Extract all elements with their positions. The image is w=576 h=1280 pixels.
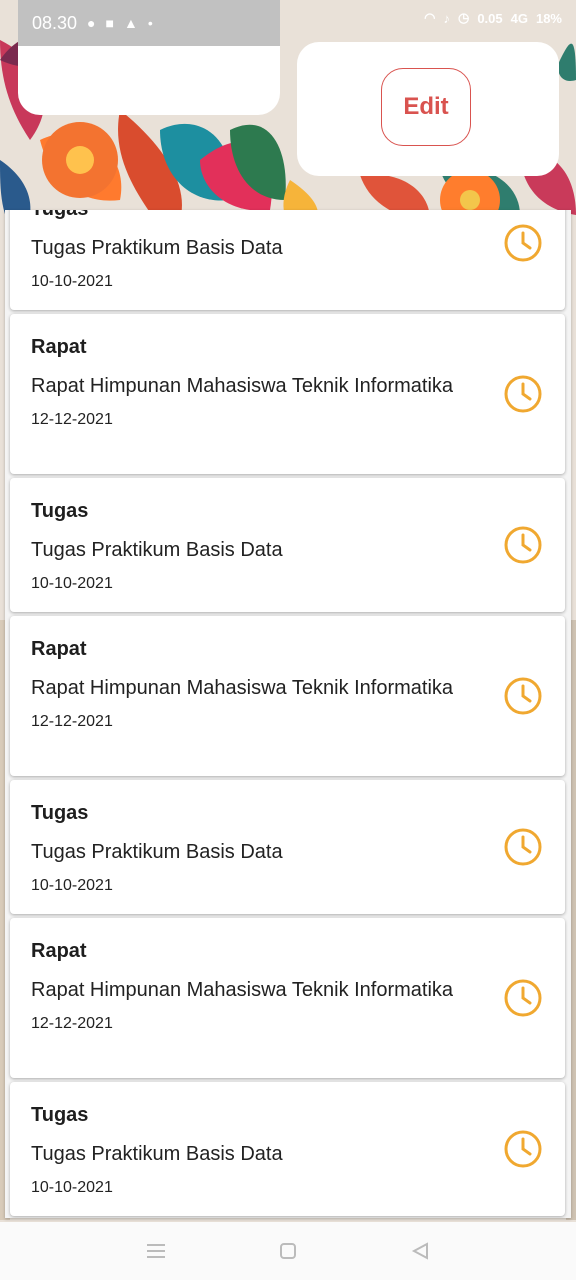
- edit-button[interactable]: Edit: [381, 68, 471, 146]
- schedule-list: Tugas Tugas Praktikum Basis Data 10-10-202…: [10, 210, 565, 1218]
- alarm-icon: ◷: [457, 10, 470, 25]
- schedule-card[interactable]: Rapat Rapat Himpunan Mahasiswa Teknik Inf…: [10, 918, 565, 1078]
- clock-icon[interactable]: [503, 827, 543, 867]
- clock-icon[interactable]: [503, 374, 543, 414]
- schedule-card[interactable]: Rapat Rapat Himpunan Mahasiswa Teknik Inf…: [10, 314, 565, 474]
- card-category: Rapat: [31, 638, 87, 660]
- menu-icon[interactable]: [144, 1239, 168, 1263]
- schedule-card[interactable]: Tugas Tugas Praktikum Basis Data 10-10-202…: [10, 478, 565, 612]
- battery-label: 18%: [535, 10, 562, 26]
- signal-label: 4G: [510, 10, 528, 26]
- clock-icon[interactable]: [503, 525, 543, 565]
- status-right: ◠ ♪ ◷ 0.05 4G 18%: [424, 10, 562, 26]
- card-date: 10-10-2021: [31, 1179, 113, 1196]
- card-category: Tugas: [31, 1104, 89, 1126]
- schedule-list-panel[interactable]: Tugas Tugas Praktikum Basis Data 10-10-202…: [5, 210, 571, 1218]
- card-title: Rapat Himpunan Mahasiswa Teknik Informat…: [31, 979, 454, 1001]
- dot-icon: •: [147, 15, 153, 31]
- card-category: Rapat: [31, 336, 87, 358]
- card-date: 12-12-2021: [31, 1015, 113, 1032]
- clock-icon[interactable]: [503, 223, 543, 263]
- card-category: Tugas: [31, 210, 485, 221]
- spotify-icon: ●: [87, 15, 96, 31]
- app-icon: ■: [105, 15, 114, 31]
- headphone-icon: ◠: [424, 10, 436, 25]
- card-date: 10-10-2021: [31, 575, 113, 592]
- schedule-card[interactable]: Tugas Tugas Praktikum Basis Data 10-10-202…: [10, 210, 565, 310]
- status-bar: 08.30 ● ■ ▲ •: [18, 0, 280, 46]
- card-category: Tugas: [31, 500, 89, 522]
- card-title: Tugas Praktikum Basis Data: [31, 539, 283, 561]
- card-category: Rapat: [31, 940, 87, 962]
- card-date: 12-12-2021: [31, 713, 113, 730]
- card-date: 10-10-2021: [31, 877, 113, 894]
- home-icon[interactable]: [276, 1239, 300, 1263]
- clock-icon[interactable]: [503, 978, 543, 1018]
- status-time: 08.30: [32, 12, 78, 33]
- navigation-bar: [0, 1222, 576, 1280]
- net-speed: 0.05: [477, 10, 503, 26]
- card-title: Tugas Praktikum Basis Data: [31, 237, 283, 259]
- card-date: 10-10-2021: [31, 273, 113, 290]
- schedule-card[interactable]: Tugas Tugas Praktikum Basis Data 10-10-202…: [10, 1082, 565, 1216]
- back-icon[interactable]: [408, 1239, 432, 1263]
- card-title: Tugas Praktikum Basis Data: [31, 1143, 283, 1165]
- card-title: Rapat Himpunan Mahasiswa Teknik Informat…: [31, 375, 454, 397]
- notification-icon: ▲: [123, 15, 138, 31]
- card-title: Tugas Praktikum Basis Data: [31, 841, 283, 863]
- card-category: Tugas: [31, 802, 89, 824]
- top-right-card: Edit: [297, 42, 559, 176]
- schedule-card[interactable]: Rapat Rapat Himpunan Mahasiswa Teknik Inf…: [10, 616, 565, 776]
- mute-icon: ♪: [443, 10, 450, 26]
- card-title: Rapat Himpunan Mahasiswa Teknik Informat…: [31, 677, 454, 699]
- clock-icon[interactable]: [503, 676, 543, 716]
- card-date: 12-12-2021: [31, 411, 113, 428]
- schedule-card[interactable]: Tugas Tugas Praktikum Basis Data 10-10-202…: [10, 780, 565, 914]
- clock-icon[interactable]: [503, 1129, 543, 1169]
